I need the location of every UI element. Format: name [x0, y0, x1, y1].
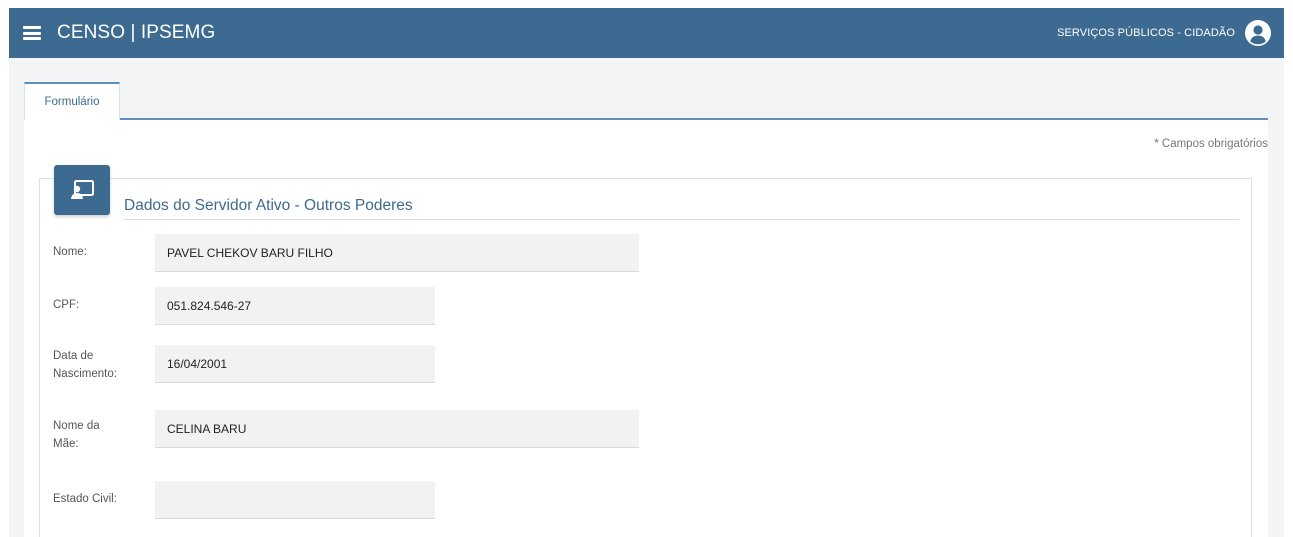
app-title[interactable]: CENSO | IPSEMG	[57, 22, 215, 44]
data-nascimento-label-line1: Data de	[53, 350, 94, 362]
data-nascimento-label: Data de Nascimento:	[53, 347, 117, 383]
header-right: SERVIÇOS PÚBLICOS - CIDADÃO	[1057, 20, 1271, 46]
nome-mae-field[interactable]: CELINA BARU	[155, 410, 639, 448]
cpf-label: CPF:	[53, 299, 80, 311]
data-nascimento-field[interactable]: 16/04/2001	[155, 345, 435, 383]
tab-formulario[interactable]: Formulário	[24, 82, 120, 120]
nome-field[interactable]: PAVEL CHEKOV BARU FILHO	[155, 234, 639, 272]
required-fields-note: * Campos obrigatórios	[1154, 138, 1268, 150]
top-header: CENSO | IPSEMG SERVIÇOS PÚBLICOS - CIDAD…	[9, 8, 1284, 58]
person-card-icon	[54, 165, 110, 215]
nome-label: Nome:	[53, 246, 87, 258]
section-title: Dados do Servidor Ativo - Outros Poderes	[124, 197, 413, 214]
estado-civil-label: Estado Civil:	[53, 493, 117, 505]
nome-mae-label-line2: Mãe:	[53, 438, 79, 450]
estado-civil-field[interactable]	[155, 481, 435, 519]
nome-mae-label: Nome da Mãe:	[53, 417, 100, 453]
section-card: Dados do Servidor Ativo - Outros Poderes…	[39, 165, 1252, 537]
nome-mae-label-line1: Nome da	[53, 420, 100, 432]
page-frame: CENSO | IPSEMG SERVIÇOS PÚBLICOS - CIDAD…	[9, 8, 1284, 537]
hamburger-menu-icon[interactable]	[23, 26, 41, 40]
form-content: * Campos obrigatórios Dados do Servidor …	[24, 120, 1268, 537]
tab-bar: Formulário	[24, 82, 1268, 120]
user-circle-icon[interactable]	[1245, 20, 1271, 46]
data-nascimento-label-line2: Nascimento:	[53, 368, 117, 380]
section-divider	[124, 219, 1239, 220]
services-link[interactable]: SERVIÇOS PÚBLICOS - CIDADÃO	[1057, 27, 1235, 39]
cpf-field[interactable]: 051.824.546-27	[155, 287, 435, 325]
